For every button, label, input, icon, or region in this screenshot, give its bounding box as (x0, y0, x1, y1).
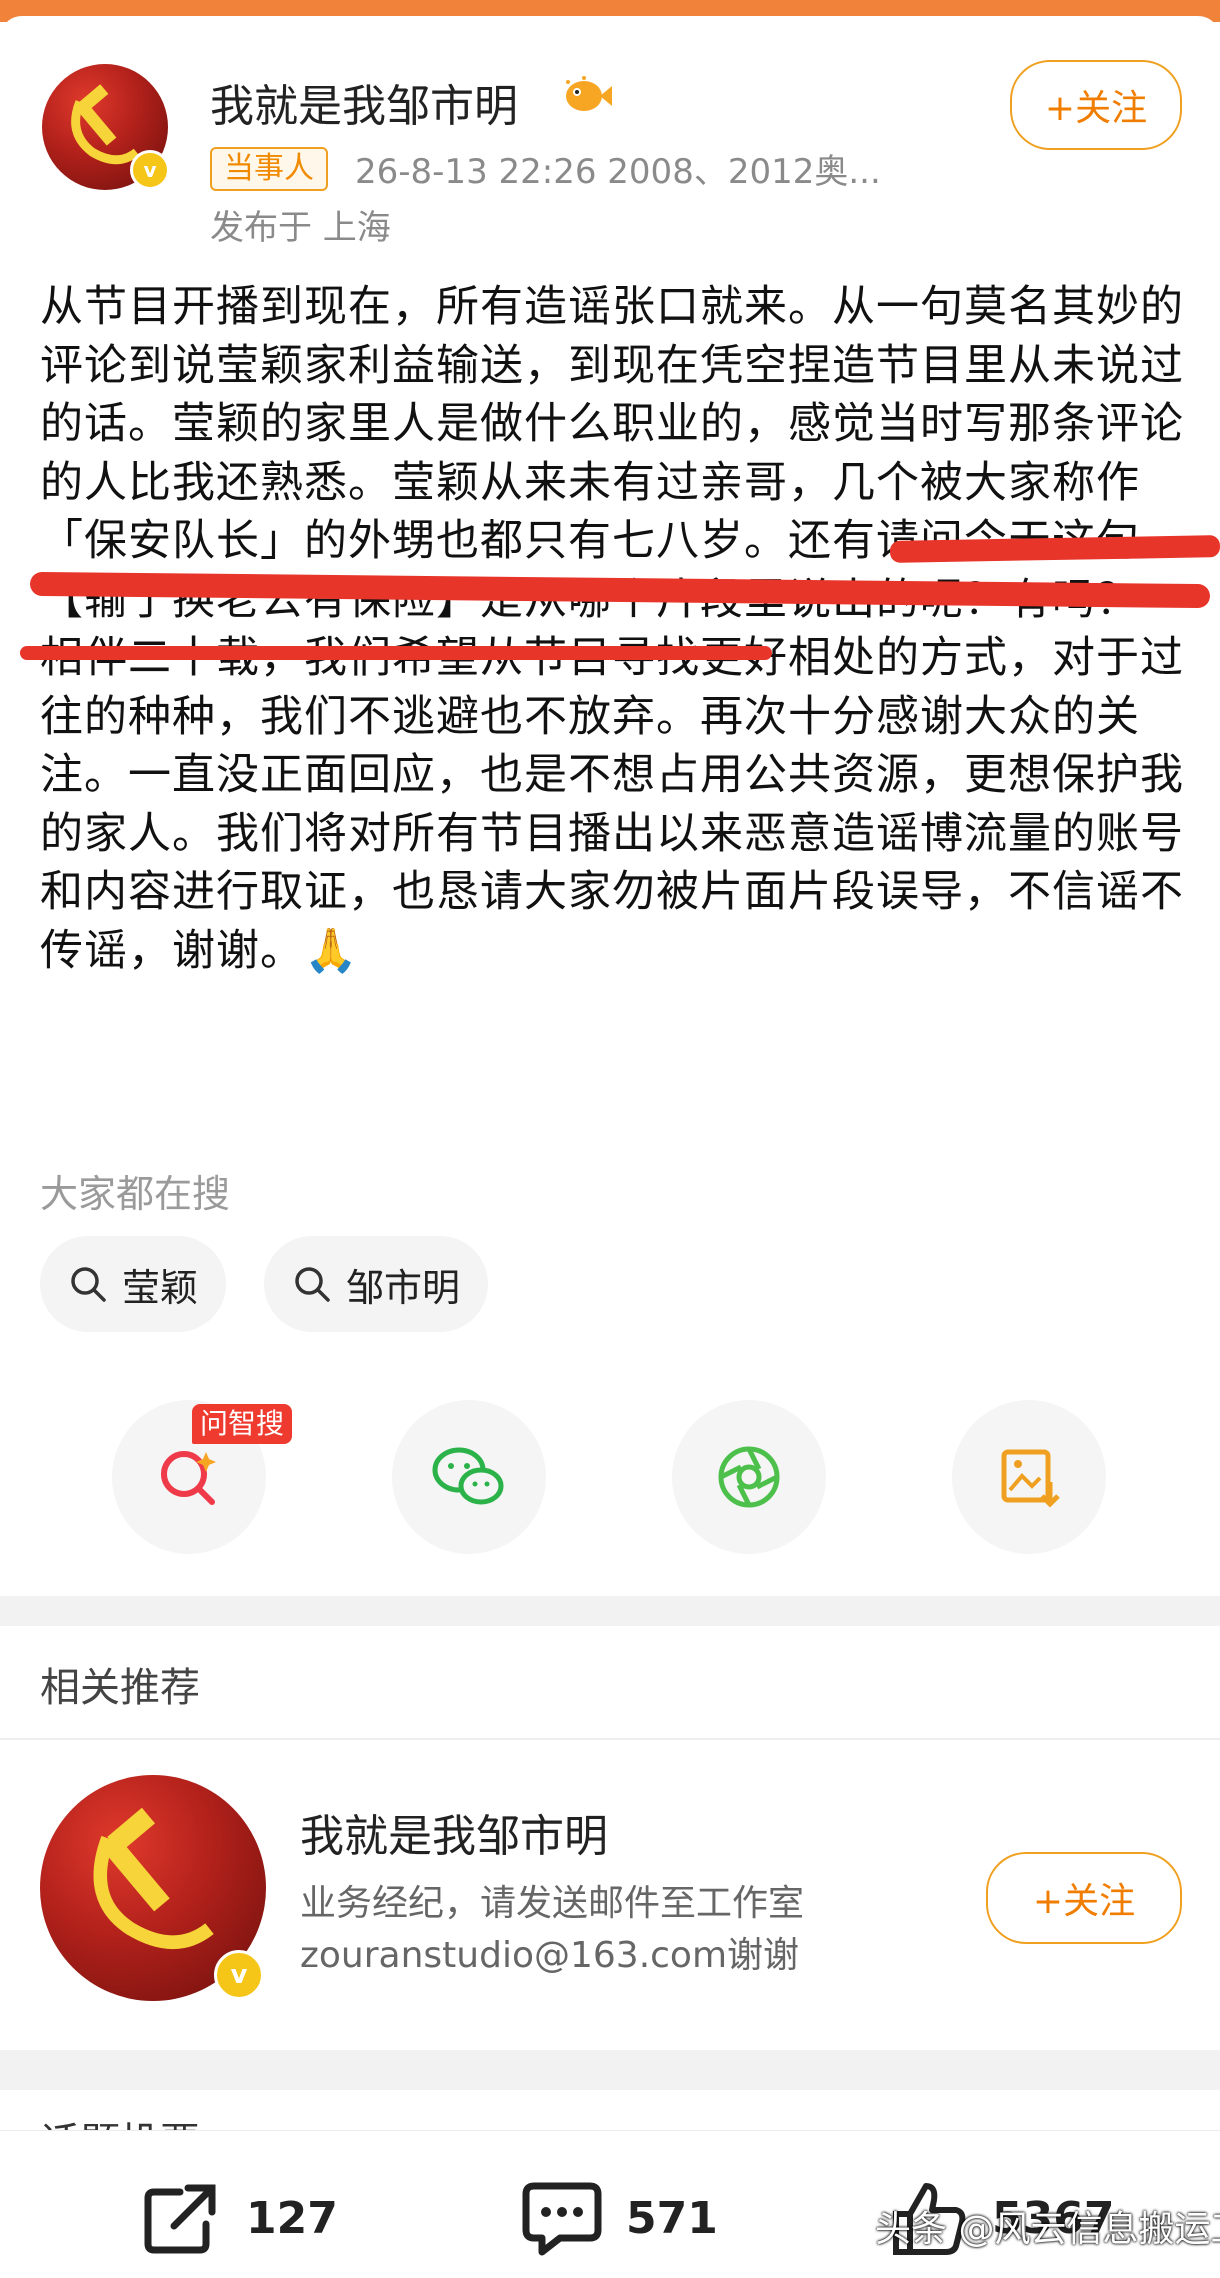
trending-heading: 大家都在搜 (40, 1172, 231, 1216)
follow-button[interactable]: +关注 (1010, 60, 1182, 150)
red-underline-stroke (20, 646, 772, 660)
search-chip-zoushiming[interactable]: 邹市明 (264, 1236, 489, 1332)
comment-count: 571 (626, 2192, 718, 2244)
verified-badge-icon: v (214, 1950, 264, 2000)
share-action[interactable]: 127 (140, 2178, 338, 2258)
party-tag: 当事人 (210, 147, 328, 191)
share-count: 127 (246, 2192, 338, 2244)
verified-badge-icon: v (130, 150, 170, 190)
ai-search-badge: 问智搜 (192, 1404, 293, 1444)
ai-search-icon (161, 1451, 216, 1505)
search-chip-yingying[interactable]: 莹颖 (40, 1236, 227, 1332)
search-chip-label: 邹市明 (346, 1265, 461, 1310)
share-wechat-button[interactable] (392, 1400, 546, 1554)
topic-vote-title: 话题投票 (40, 2110, 200, 2130)
section-divider (0, 2050, 1220, 2090)
recommend-name[interactable]: 我就是我邹市明 (300, 1800, 608, 1864)
source-watermark: 头条 @风云信息搬运工 (875, 2209, 1220, 2250)
author-name[interactable]: 我就是我邹市明 (210, 70, 518, 134)
recommend-desc-line: zouranstudio@163.com谢谢 (300, 1935, 800, 1976)
search-icon (295, 1267, 330, 1302)
share-icon (144, 2184, 216, 2254)
recommend-desc-line: 业务经纪，请发送邮件至工作室 (300, 1883, 805, 1924)
post-paragraph-2: 相伴二十载，我们希望从节目寻找更好相处的方式，对于过往的种种，我们不逃避也不放弃… (40, 633, 1184, 976)
comment-action[interactable]: 571 (520, 2178, 718, 2258)
save-image-icon (1001, 1449, 1060, 1508)
moments-icon (718, 1446, 780, 1508)
post-meta: 26-8-13 22:26 2008、2012奥... (355, 152, 881, 192)
line-divider (0, 1738, 1220, 1740)
recommend-follow-button[interactable]: +关注 (986, 1852, 1182, 1944)
comment-icon (522, 2182, 602, 2256)
wechat-icon (432, 1447, 504, 1505)
section-divider (0, 1596, 1220, 1626)
search-chip-label: 莹颖 (122, 1265, 199, 1310)
post-body: 从节目开播到现在，所有造谣张口就来。从一句莫名其妙的评论到说莹颖家利益输送，到现… (40, 278, 1190, 980)
post-location: 发布于 上海 (210, 208, 391, 248)
related-title: 相关推荐 (40, 1665, 200, 1711)
recommend-description: 业务经纪，请发送邮件至工作室 zouranstudio@163.com谢谢 (300, 1878, 920, 1982)
search-icon (71, 1267, 106, 1302)
share-moments-button[interactable] (672, 1400, 826, 1554)
save-image-button[interactable] (952, 1400, 1106, 1554)
pufferfish-icon (566, 76, 612, 111)
